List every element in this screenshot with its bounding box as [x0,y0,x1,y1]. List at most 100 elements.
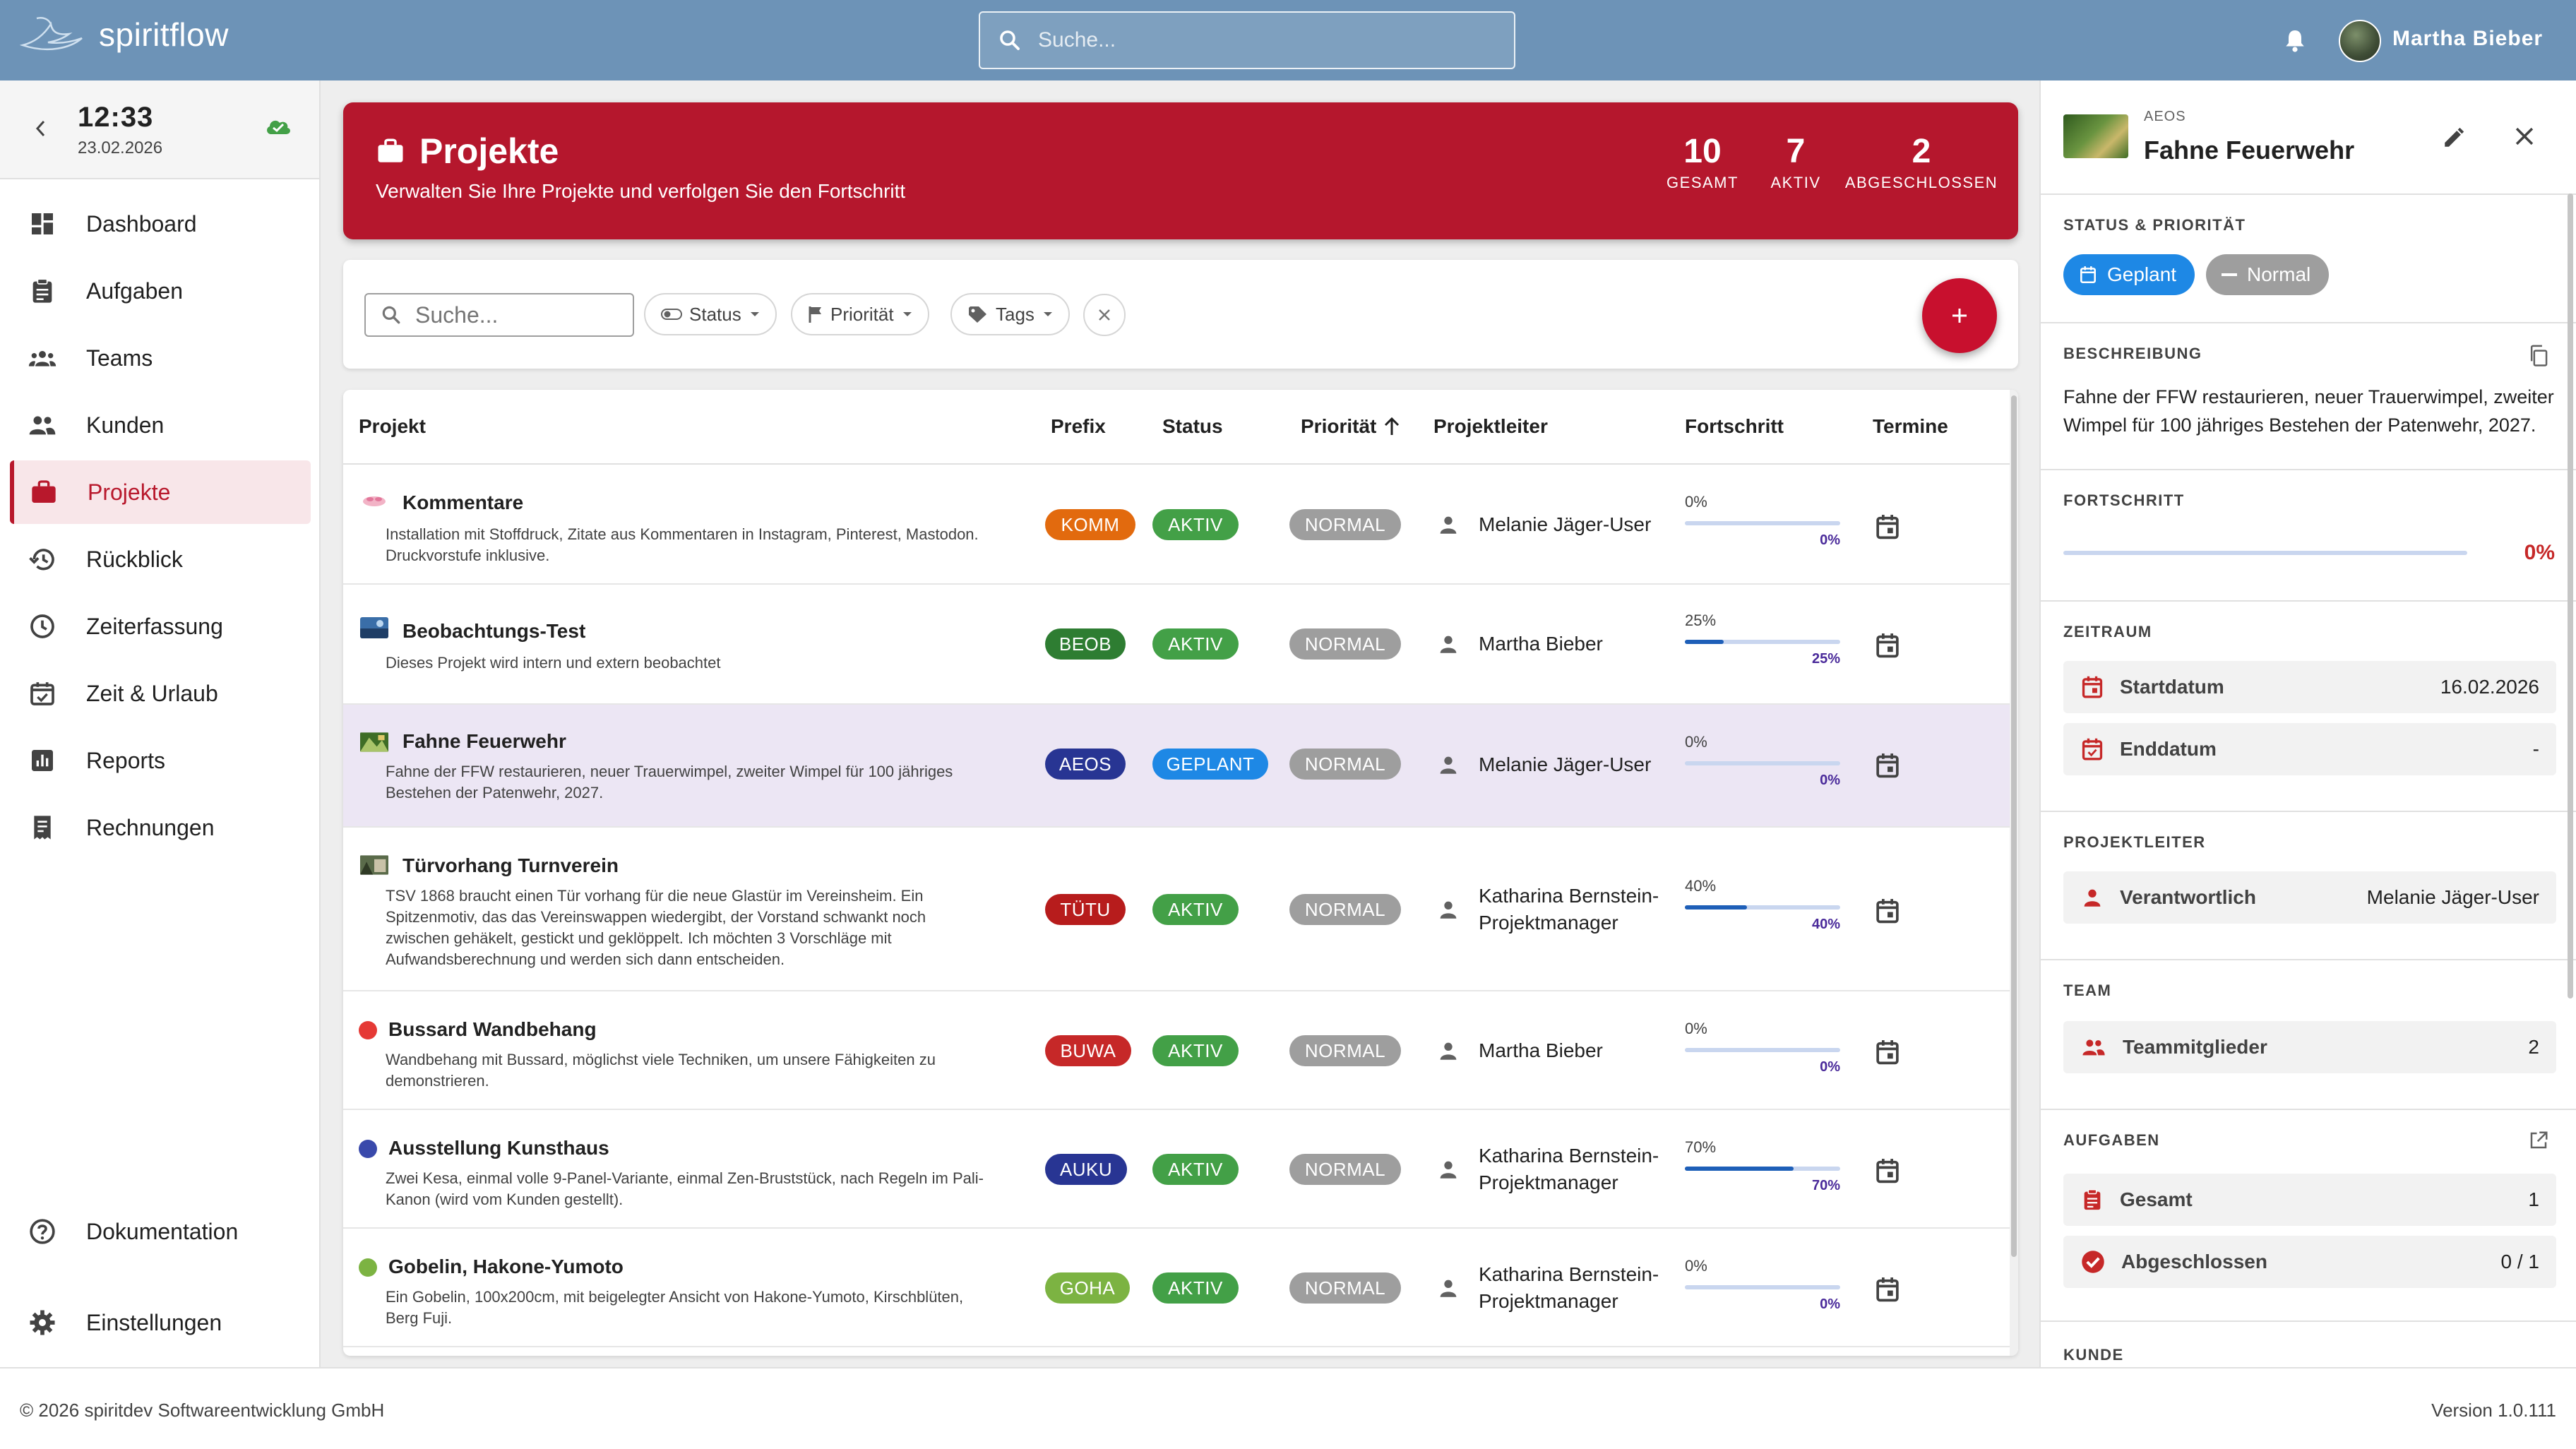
table-row[interactable]: Bussard Wandbehang Wandbehang mit Bussar… [343,991,2010,1110]
table-row[interactable]: Türvorhang Turnverein TSV 1868 braucht e… [343,828,2010,991]
project-thumbnail-icon [360,732,388,752]
sidebar-item-reports[interactable]: Reports [10,729,311,792]
sidebar-item-dashboard[interactable]: Dashboard [10,192,311,256]
start-date-label: Startdatum [2120,676,2224,698]
close-icon[interactable] [2514,126,2535,147]
sidebar-item-aufgaben[interactable]: Aufgaben [10,259,311,323]
status-badge: AKTIV [1152,1272,1239,1304]
chevron-left-icon[interactable] [32,119,49,138]
copy-icon[interactable] [2528,345,2549,367]
calendar-icon[interactable] [1874,1157,1901,1185]
sidebar-item-rueckblick[interactable]: Rückblick [10,527,311,591]
prefix-badge: AEOS [1045,749,1126,780]
column-header-prefix[interactable]: Prefix [1051,415,1106,438]
project-name[interactable]: Fahne Feuerwehr [402,730,566,753]
project-name[interactable]: Kommentare [402,491,523,514]
sidebar-item-teams[interactable]: Teams [10,326,311,390]
tags-filter-chip[interactable]: Tags [950,293,1070,335]
sidebar-item-kunden[interactable]: Kunden [10,393,311,457]
status-filter-chip[interactable]: Status [644,293,777,335]
sidebar-item-rechnungen[interactable]: Rechnungen [10,796,311,859]
sidebar-item-projekte[interactable]: Projekte [10,460,311,524]
table-scrollbar-thumb[interactable] [2011,395,2017,1257]
stat-total: 10 GESAMT [1664,132,1741,192]
table-row[interactable]: Gobelin, Hakone-Yumoto Ein Gobelin, 100x… [343,1229,2010,1347]
calendar-icon[interactable] [1874,897,1901,925]
project-thumbnail [2063,114,2128,158]
calendar-icon[interactable] [1874,751,1901,780]
sidebar-item-label: Zeit & Urlaub [86,680,218,706]
panel-scrollbar-thumb[interactable] [2568,193,2573,998]
status-chip-geplant[interactable]: Geplant [2063,254,2195,295]
project-color-dot [359,1140,377,1158]
progress-cell: 0% 0% [1685,1020,1840,1075]
project-name[interactable]: Bussard Wandbehang [388,1018,597,1041]
page-title-group: Projekte [376,131,559,172]
leader-row[interactable]: Verantwortlich Melanie Jäger-User [2063,871,2556,924]
project-search-placeholder: Suche... [415,302,499,328]
sidebar-item-dokumentation[interactable]: Dokumentation [10,1200,311,1263]
project-name[interactable]: Türvorhang Turnverein [402,854,619,877]
caret-down-icon [750,312,759,316]
start-date-row[interactable]: Startdatum 16.02.2026 [2063,661,2556,713]
tasks-done-row[interactable]: Abgeschlossen 0 / 1 [2063,1236,2556,1288]
tasks-total-row[interactable]: Gesamt 1 [2063,1174,2556,1226]
page-subtitle: Verwalten Sie Ihre Projekte und verfolge… [376,180,906,202]
calendar-icon[interactable] [1874,1038,1901,1066]
project-detail-panel: AEOS Fahne Feuerwehr STATUS & PRIORITÄT … [2039,80,2576,1367]
section-title: AUFGABEN [2063,1131,2160,1149]
global-search-input[interactable]: Suche... [979,11,1515,69]
progress-fill [1685,905,1747,910]
priority-filter-chip[interactable]: Priorität [791,293,929,335]
add-project-button[interactable] [1922,278,1997,353]
sidebar-item-einstellungen[interactable]: Einstellungen [10,1291,311,1354]
end-date-value: - [2532,738,2539,760]
detail-title: Fahne Feuerwehr [2144,136,2355,165]
end-date-row[interactable]: Enddatum - [2063,723,2556,775]
column-header-progress[interactable]: Fortschritt [1685,415,1784,438]
project-leader-name: Melanie Jäger-User [1479,753,1652,775]
user-name[interactable]: Martha Bieber [2392,27,2543,51]
calendar-icon[interactable] [1874,631,1901,660]
table-row-selected[interactable]: Fahne Feuerwehr Fahne der FFW restaurier… [343,705,2010,828]
person-icon [1440,901,1457,919]
column-header-leader[interactable]: Projektleiter [1433,415,1548,438]
progress-label: 40% [1685,877,1717,895]
clock-date: 23.02.2026 [78,138,163,157]
table-row[interactable]: Kommentare Installation mit Stoffdruck, … [343,465,2010,585]
calendar-icon[interactable] [1874,1275,1901,1304]
column-header-status[interactable]: Status [1162,415,1223,438]
project-description: Zwei Kesa, einmal volle 9-Panel-Variante… [386,1169,984,1208]
project-leader-name: Martha Bieber [1479,633,1603,655]
people-icon [29,416,56,435]
project-name[interactable]: Gobelin, Hakone-Yumoto [388,1256,624,1278]
sidebar-item-zeit-urlaub[interactable]: Zeit & Urlaub [10,662,311,725]
table-row[interactable]: Ausstellung Kunsthaus Zwei Kesa, einmal … [343,1110,2010,1229]
progress-bar [1685,521,1840,525]
column-header-priority[interactable]: Priorität [1301,415,1400,438]
project-thumbnail-icon [360,617,388,638]
prefix-badge: TÜTU [1045,894,1126,925]
period-section: ZEITRAUM Startdatum 16.02.2026 Enddatum … [2041,602,2576,812]
team-row[interactable]: Teammitglieder 2 [2063,1021,2556,1073]
project-name[interactable]: Ausstellung Kunsthaus [388,1137,609,1159]
progress-label: 0% [1685,733,1707,751]
notification-bell-icon[interactable] [2282,27,2308,55]
open-external-icon[interactable] [2528,1130,2549,1151]
project-description: Installation mit Stoffdruck, Zitate aus … [386,525,979,564]
edit-pencil-icon[interactable] [2442,126,2466,150]
column-header-project[interactable]: Projekt [359,415,426,438]
sidebar-item-zeiterfassung[interactable]: Zeiterfassung [10,595,311,658]
clear-filters-button[interactable] [1083,294,1126,336]
table-row[interactable]: Beobachtungs-Test Dieses Projekt wird in… [343,585,2010,705]
calendar-icon[interactable] [1874,513,1901,541]
project-name[interactable]: Beobachtungs-Test [402,620,585,643]
project-search-input[interactable]: Suche... [364,293,634,337]
app-logo[interactable]: spiritflow [20,14,229,55]
priority-badge: NORMAL [1289,509,1401,540]
column-header-dates[interactable]: Termine [1873,415,1948,438]
user-avatar[interactable] [2339,20,2381,62]
priority-chip-normal[interactable]: Normal [2206,254,2330,295]
groups-icon [28,351,56,366]
minus-icon [2222,273,2237,276]
